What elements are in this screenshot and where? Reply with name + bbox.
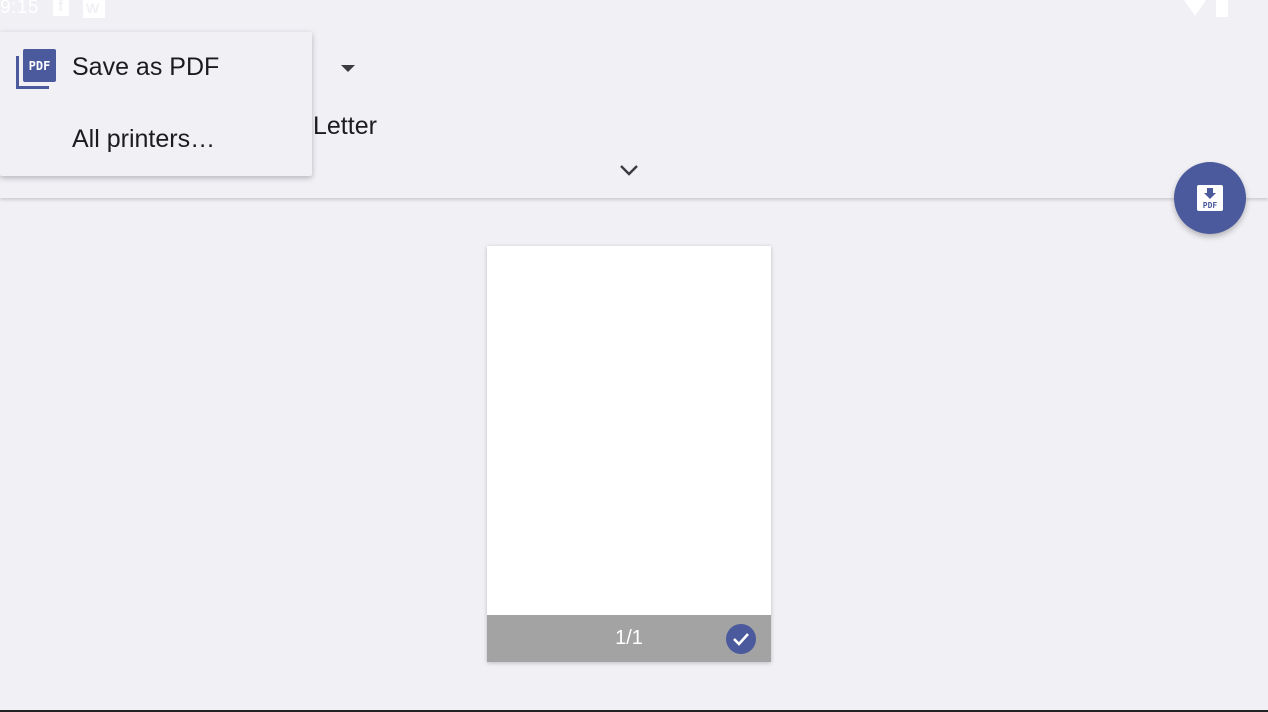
page-preview-footer: 1/1 <box>487 615 771 662</box>
printer-dropdown-arrow-icon[interactable] <box>341 65 355 72</box>
svg-text:PDF: PDF <box>1203 201 1218 210</box>
wifi-icon <box>1184 0 1206 16</box>
printer-select-menu: PDF Save as PDF All printers… <box>0 32 312 176</box>
svg-text:PDF: PDF <box>29 59 51 73</box>
download-pdf-icon: PDF <box>1197 185 1223 211</box>
page-preview[interactable]: 1/1 <box>487 246 771 662</box>
status-time: 9:15 <box>0 0 39 18</box>
print-screen: Letter 9:15 PDF 1/1 <box>0 0 1268 712</box>
expand-options-chevron-icon[interactable] <box>618 158 640 180</box>
menu-item-all-printers[interactable]: All printers… <box>0 104 312 176</box>
menu-item-label: All printers… <box>72 125 216 153</box>
paper-size-value[interactable]: Letter <box>313 112 377 141</box>
word-icon <box>83 0 105 18</box>
status-bar: 9:15 <box>0 0 1268 20</box>
save-pdf-fab-button[interactable]: PDF <box>1174 162 1246 234</box>
pdf-icon: PDF <box>16 49 56 89</box>
facebook-icon <box>53 0 69 16</box>
menu-item-save-as-pdf[interactable]: PDF Save as PDF <box>0 32 312 104</box>
battery-icon <box>1216 0 1228 17</box>
page-selected-check-icon[interactable] <box>726 624 756 654</box>
menu-item-label: Save as PDF <box>72 53 220 81</box>
